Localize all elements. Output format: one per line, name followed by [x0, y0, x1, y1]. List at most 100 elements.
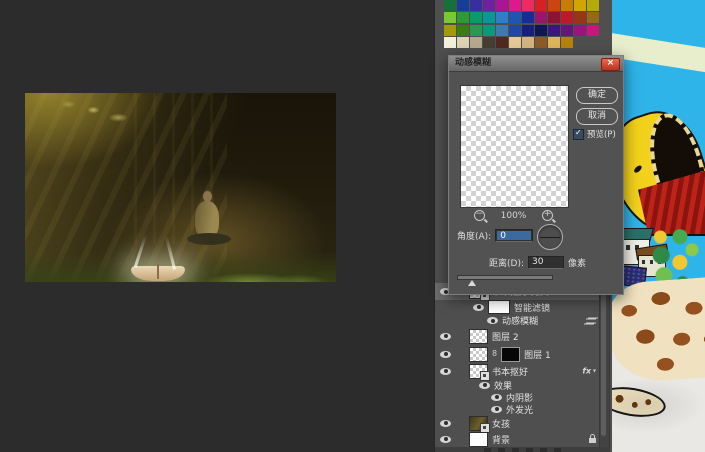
layer-mask-thumbnail[interactable]	[501, 347, 520, 362]
layer-thumbnail[interactable]	[469, 432, 488, 447]
color-swatch[interactable]	[457, 37, 469, 48]
layer-thumbnail[interactable]	[469, 347, 488, 362]
angle-input[interactable]: 0	[495, 229, 533, 242]
color-swatch[interactable]	[548, 37, 560, 48]
color-swatch[interactable]	[483, 12, 495, 23]
slider-handle[interactable]	[468, 280, 476, 286]
color-swatch[interactable]	[535, 37, 547, 48]
layer-row-motion-blur-filter[interactable]: 动感模糊	[435, 314, 610, 327]
color-swatch[interactable]	[561, 25, 573, 36]
color-swatch[interactable]	[470, 25, 482, 36]
color-swatch[interactable]	[457, 0, 469, 11]
filter-mask-thumbnail[interactable]	[488, 300, 510, 314]
visibility-eye-icon[interactable]	[440, 333, 451, 340]
color-swatch[interactable]	[548, 0, 560, 11]
color-swatch[interactable]	[574, 25, 586, 36]
layer-thumbnail[interactable]	[469, 416, 488, 431]
color-swatch[interactable]	[587, 0, 599, 11]
mask-link-icon[interactable]: 8	[492, 350, 497, 358]
effect-name[interactable]: 外发光	[506, 403, 533, 416]
visibility-eye-icon[interactable]	[440, 368, 451, 375]
layer-row-outer-glow[interactable]: 外发光	[435, 403, 610, 415]
layer-thumbnail[interactable]	[469, 364, 488, 379]
dialog-title-bar[interactable]: 动感模糊	[449, 56, 623, 72]
visibility-eye-icon[interactable]	[487, 317, 498, 324]
color-swatch[interactable]	[483, 37, 495, 48]
color-swatch[interactable]	[522, 0, 534, 11]
layer-row-background[interactable]: 背景	[435, 431, 610, 447]
color-swatch[interactable]	[535, 12, 547, 23]
filter-name[interactable]: 动感模糊	[502, 314, 538, 327]
layer-name[interactable]: 背景	[492, 433, 510, 446]
footer-icon[interactable]	[498, 448, 505, 452]
layer-name[interactable]: 智能滤镜	[514, 301, 550, 314]
layer-name[interactable]: 图层 1	[524, 348, 551, 361]
color-swatch[interactable]	[509, 12, 521, 23]
color-swatch[interactable]	[470, 37, 482, 48]
color-swatch[interactable]	[535, 25, 547, 36]
layer-row-layer2[interactable]: 图层 2	[435, 327, 610, 345]
color-swatch[interactable]	[574, 12, 586, 23]
color-swatch[interactable]	[561, 12, 573, 23]
layer-row-girl[interactable]: 女孩	[435, 415, 610, 431]
color-swatch[interactable]	[535, 0, 547, 11]
filter-preview-area[interactable]	[460, 85, 569, 208]
distance-input[interactable]: 30	[528, 256, 564, 269]
footer-icon[interactable]	[526, 448, 533, 452]
color-swatch[interactable]	[444, 12, 456, 23]
color-swatch[interactable]	[561, 0, 573, 11]
preview-checkbox-row[interactable]: 预览(P)	[573, 128, 616, 140]
angle-dial[interactable]	[537, 224, 563, 250]
cancel-button[interactable]: 取消	[576, 108, 618, 125]
color-swatch[interactable]	[548, 12, 560, 23]
fx-icon[interactable]: fx	[582, 367, 591, 376]
zoom-out-icon[interactable]	[474, 210, 485, 221]
color-swatch[interactable]	[496, 25, 508, 36]
layer-name[interactable]: 女孩	[492, 417, 510, 430]
color-swatch[interactable]	[522, 25, 534, 36]
color-swatch[interactable]	[457, 12, 469, 23]
color-swatch[interactable]	[444, 25, 456, 36]
color-swatch[interactable]	[509, 0, 521, 11]
layer-thumbnail[interactable]	[469, 329, 488, 344]
footer-icon[interactable]	[554, 448, 561, 452]
color-swatch[interactable]	[509, 25, 521, 36]
color-swatch[interactable]	[548, 25, 560, 36]
distance-slider[interactable]	[457, 275, 553, 280]
visibility-eye-icon[interactable]	[440, 436, 451, 443]
color-swatch[interactable]	[496, 0, 508, 11]
canvas-photo-girl-forest[interactable]	[25, 93, 336, 282]
color-swatch[interactable]	[587, 12, 599, 23]
visibility-eye-icon[interactable]	[479, 382, 490, 389]
color-swatch[interactable]	[587, 25, 599, 36]
color-swatch[interactable]	[522, 12, 534, 23]
color-swatch[interactable]	[483, 25, 495, 36]
visibility-eye-icon[interactable]	[440, 420, 451, 427]
color-swatch[interactable]	[522, 37, 534, 48]
layer-row-layer1[interactable]: 8 图层 1	[435, 345, 610, 363]
color-swatch[interactable]	[444, 0, 456, 11]
visibility-eye-icon[interactable]	[440, 351, 451, 358]
footer-icon[interactable]	[512, 448, 519, 452]
layer-name[interactable]: 书本抠好	[492, 365, 528, 378]
color-swatch[interactable]	[496, 12, 508, 23]
color-swatch[interactable]	[496, 37, 508, 48]
filter-blending-options-icon[interactable]	[586, 317, 596, 324]
scrollbar-thumb[interactable]	[601, 286, 606, 436]
visibility-eye-icon[interactable]	[491, 406, 502, 413]
color-swatch[interactable]	[483, 0, 495, 11]
footer-icon[interactable]	[540, 448, 547, 452]
zoom-in-icon[interactable]	[542, 210, 553, 221]
checkbox-checked-icon[interactable]	[573, 129, 584, 140]
close-icon[interactable]	[601, 58, 620, 71]
visibility-eye-icon[interactable]	[473, 304, 484, 311]
expand-caret-icon[interactable]: ▾	[593, 368, 596, 375]
color-swatch[interactable]	[457, 25, 469, 36]
color-swatch[interactable]	[561, 37, 573, 48]
layer-row-effects[interactable]: 效果	[435, 379, 610, 391]
layer-name[interactable]: 图层 2	[492, 330, 519, 343]
color-swatch[interactable]	[574, 0, 586, 11]
color-swatch[interactable]	[444, 37, 456, 48]
layer-row-inner-shadow[interactable]: 内阴影	[435, 391, 610, 403]
layer-row-book[interactable]: 书本抠好 fx▾	[435, 363, 610, 379]
